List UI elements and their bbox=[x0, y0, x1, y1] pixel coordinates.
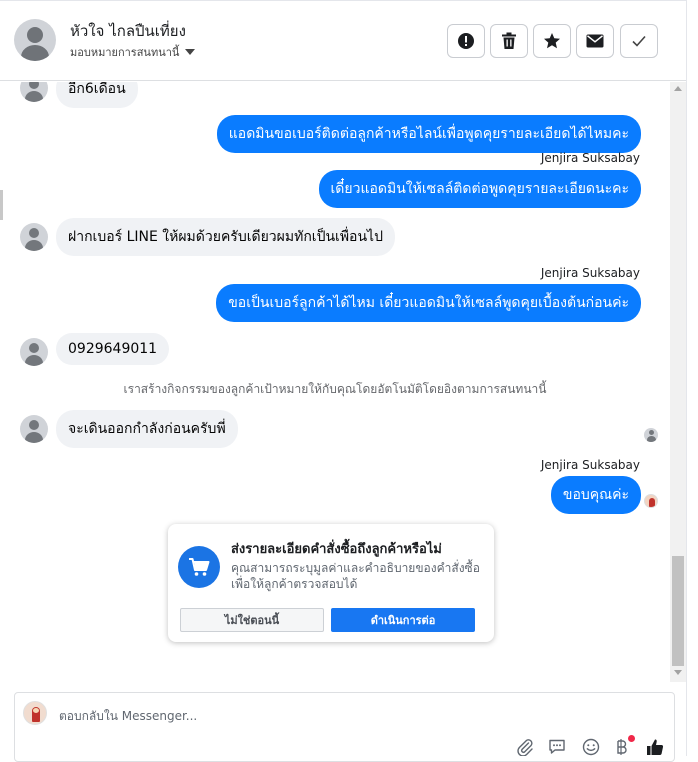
contact-avatar[interactable] bbox=[14, 19, 56, 61]
star-icon bbox=[544, 33, 560, 49]
star-button[interactable] bbox=[533, 24, 571, 58]
incoming-message: อีก6เดือน bbox=[56, 82, 138, 108]
incoming-message: 0929649011 bbox=[56, 333, 170, 365]
notification-dot bbox=[628, 735, 635, 742]
reply-composer bbox=[14, 692, 675, 762]
outgoing-message: แอดมินขอเบอร์ติดต่อลูกค้าหรือไลน์เพื่อพู… bbox=[216, 115, 641, 153]
mark-done-button[interactable] bbox=[620, 24, 658, 58]
speech-bubble-icon bbox=[549, 739, 565, 754]
mark-spam-button[interactable] bbox=[447, 24, 485, 58]
assign-label: มอบหมายการสนทนานี้ bbox=[70, 46, 180, 59]
conversation-header: หัวใจ ไกลปืนเที่ยง มอบหมายการสนทนานี้ bbox=[0, 1, 686, 81]
card-title: ส่งรายละเอียดคำสั่งซื้อถึงลูกค้าหรือไม่ bbox=[231, 542, 442, 557]
check-icon bbox=[632, 35, 646, 47]
emoji-icon bbox=[582, 738, 600, 756]
saved-replies-button[interactable] bbox=[547, 737, 567, 757]
sender-name: Jenjira Suksabay bbox=[540, 151, 640, 165]
paperclip-icon bbox=[517, 739, 533, 756]
incoming-message: จะเดินออกกำลังก่อนครับพี่ bbox=[56, 410, 238, 448]
baht-icon bbox=[617, 739, 627, 755]
like-button[interactable] bbox=[645, 737, 665, 757]
customer-seen-avatar bbox=[644, 428, 658, 442]
sender-name: Jenjira Suksabay bbox=[540, 266, 640, 280]
sender-name: Jenjira Suksabay bbox=[540, 458, 640, 472]
system-note: เราสร้างกิจกรรมของลูกค้าเป้าหมายให้กับคุ… bbox=[123, 382, 547, 396]
outgoing-message: ขอบคุณค่ะ bbox=[550, 476, 641, 514]
contact-name[interactable]: หัวใจ ไกลปืนเที่ยง bbox=[70, 19, 186, 43]
customer-avatar bbox=[20, 223, 48, 251]
left-edge-marker bbox=[0, 190, 3, 220]
attach-button[interactable] bbox=[515, 737, 535, 757]
mark-unread-button[interactable] bbox=[576, 24, 614, 58]
assign-conversation-dropdown[interactable]: มอบหมายการสนทนานี้ bbox=[70, 43, 196, 61]
order-details-prompt-card: ส่งรายละเอียดคำสั่งซื้อถึงลูกค้าหรือไม่ … bbox=[168, 524, 494, 642]
right-edge bbox=[686, 0, 698, 756]
incoming-message: ฝากเบอร์ LINE ให้ผมด้วยครับเดียวผมทักเป็… bbox=[56, 218, 395, 256]
inbox-conversation-window: หัวใจ ไกลปืนเที่ยง มอบหมายการสนทนานี้ อี… bbox=[0, 0, 698, 762]
not-now-button[interactable]: ไม่ใช่ตอนนี้ bbox=[180, 608, 324, 632]
page-seen-avatar bbox=[644, 494, 658, 508]
scroll-down-arrow-icon[interactable] bbox=[674, 670, 682, 675]
page-avatar bbox=[23, 701, 47, 725]
continue-button[interactable]: ดำเนินการต่อ bbox=[331, 608, 475, 632]
customer-avatar bbox=[20, 82, 48, 102]
card-description: คุณสามารถระบุมูลค่าและคำอธิบายของคำสั่งซ… bbox=[231, 561, 480, 591]
delete-button[interactable] bbox=[490, 24, 528, 58]
emoji-button[interactable] bbox=[581, 737, 601, 757]
alert-icon bbox=[458, 33, 474, 49]
scroll-up-arrow-icon[interactable] bbox=[674, 86, 682, 91]
reply-input[interactable] bbox=[59, 707, 579, 725]
trash-icon bbox=[502, 32, 516, 49]
thread-scrollbar[interactable] bbox=[670, 82, 686, 682]
thumbs-up-icon bbox=[647, 739, 664, 755]
customer-avatar bbox=[20, 415, 48, 443]
customer-avatar bbox=[20, 338, 48, 366]
outgoing-message: เดี๋ยวแอดมินให้เซลล์ติดต่อพูดคุยรายละเอี… bbox=[318, 170, 641, 208]
caret-down-icon bbox=[185, 49, 196, 55]
envelope-icon bbox=[586, 34, 604, 48]
outgoing-message: ขอเป็นเบอร์ลูกค้าได้ไหม เดี๋ยวแอดมินให้เ… bbox=[216, 284, 641, 322]
shopping-cart-icon bbox=[178, 546, 220, 588]
message-thread[interactable]: อีก6เดือน แอดมินขอเบอร์ติดต่อลูกค้าหรือไ… bbox=[0, 82, 670, 682]
scrollbar-thumb[interactable] bbox=[672, 556, 684, 666]
